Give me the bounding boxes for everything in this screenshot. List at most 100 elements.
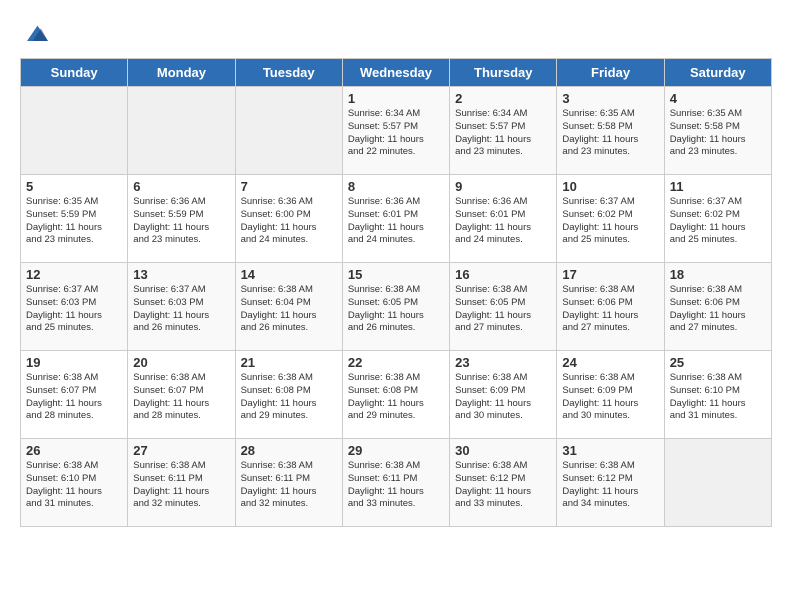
calendar-cell	[21, 87, 128, 175]
day-number: 9	[455, 179, 551, 194]
cell-info: Sunrise: 6:36 AM Sunset: 6:01 PM Dayligh…	[455, 196, 551, 247]
cell-info: Sunrise: 6:37 AM Sunset: 6:03 PM Dayligh…	[133, 284, 229, 335]
header-day-wednesday: Wednesday	[342, 59, 449, 87]
day-number: 23	[455, 355, 551, 370]
day-number: 10	[562, 179, 658, 194]
cell-info: Sunrise: 6:34 AM Sunset: 5:57 PM Dayligh…	[348, 108, 444, 159]
calendar-cell: 17 Sunrise: 6:38 AM Sunset: 6:06 PM Dayli…	[557, 263, 664, 351]
calendar-cell: 29 Sunrise: 6:38 AM Sunset: 6:11 PM Dayli…	[342, 439, 449, 527]
day-number: 30	[455, 443, 551, 458]
week-row-5: 26 Sunrise: 6:38 AM Sunset: 6:10 PM Dayli…	[21, 439, 772, 527]
day-number: 12	[26, 267, 122, 282]
cell-info: Sunrise: 6:38 AM Sunset: 6:10 PM Dayligh…	[670, 372, 766, 423]
calendar-cell: 12 Sunrise: 6:37 AM Sunset: 6:03 PM Dayli…	[21, 263, 128, 351]
calendar-cell: 25 Sunrise: 6:38 AM Sunset: 6:10 PM Dayli…	[664, 351, 771, 439]
cell-info: Sunrise: 6:36 AM Sunset: 6:00 PM Dayligh…	[241, 196, 337, 247]
cell-info: Sunrise: 6:38 AM Sunset: 6:07 PM Dayligh…	[26, 372, 122, 423]
calendar-cell: 13 Sunrise: 6:37 AM Sunset: 6:03 PM Dayli…	[128, 263, 235, 351]
cell-info: Sunrise: 6:38 AM Sunset: 6:12 PM Dayligh…	[562, 460, 658, 511]
cell-info: Sunrise: 6:38 AM Sunset: 6:12 PM Dayligh…	[455, 460, 551, 511]
cell-info: Sunrise: 6:38 AM Sunset: 6:04 PM Dayligh…	[241, 284, 337, 335]
cell-info: Sunrise: 6:35 AM Sunset: 5:59 PM Dayligh…	[26, 196, 122, 247]
cell-info: Sunrise: 6:38 AM Sunset: 6:08 PM Dayligh…	[241, 372, 337, 423]
cell-info: Sunrise: 6:37 AM Sunset: 6:03 PM Dayligh…	[26, 284, 122, 335]
header-day-monday: Monday	[128, 59, 235, 87]
cell-info: Sunrise: 6:38 AM Sunset: 6:07 PM Dayligh…	[133, 372, 229, 423]
calendar-cell: 19 Sunrise: 6:38 AM Sunset: 6:07 PM Dayli…	[21, 351, 128, 439]
cell-info: Sunrise: 6:38 AM Sunset: 6:06 PM Dayligh…	[670, 284, 766, 335]
cell-info: Sunrise: 6:35 AM Sunset: 5:58 PM Dayligh…	[670, 108, 766, 159]
calendar-cell: 18 Sunrise: 6:38 AM Sunset: 6:06 PM Dayli…	[664, 263, 771, 351]
cell-info: Sunrise: 6:36 AM Sunset: 6:01 PM Dayligh…	[348, 196, 444, 247]
day-number: 3	[562, 91, 658, 106]
day-number: 29	[348, 443, 444, 458]
header-day-friday: Friday	[557, 59, 664, 87]
day-number: 27	[133, 443, 229, 458]
cell-info: Sunrise: 6:38 AM Sunset: 6:09 PM Dayligh…	[455, 372, 551, 423]
cell-info: Sunrise: 6:38 AM Sunset: 6:09 PM Dayligh…	[562, 372, 658, 423]
calendar-cell: 10 Sunrise: 6:37 AM Sunset: 6:02 PM Dayli…	[557, 175, 664, 263]
cell-info: Sunrise: 6:38 AM Sunset: 6:11 PM Dayligh…	[133, 460, 229, 511]
day-number: 17	[562, 267, 658, 282]
logo	[20, 20, 54, 48]
day-number: 25	[670, 355, 766, 370]
calendar-cell: 28Sunrise: 6:38 AM Sunset: 6:11 PM Dayli…	[235, 439, 342, 527]
calendar-cell: 7 Sunrise: 6:36 AM Sunset: 6:00 PM Daylig…	[235, 175, 342, 263]
cell-info: Sunrise: 6:38 AM Sunset: 6:05 PM Dayligh…	[455, 284, 551, 335]
cell-info: Sunrise: 6:35 AM Sunset: 5:58 PM Dayligh…	[562, 108, 658, 159]
calendar-cell: 5Sunrise: 6:35 AM Sunset: 5:59 PM Daylig…	[21, 175, 128, 263]
day-number: 1	[348, 91, 444, 106]
calendar-header: SundayMondayTuesdayWednesdayThursdayFrid…	[21, 59, 772, 87]
day-number: 15	[348, 267, 444, 282]
day-number: 31	[562, 443, 658, 458]
day-number: 28	[241, 443, 337, 458]
day-number: 14	[241, 267, 337, 282]
cell-info: Sunrise: 6:36 AM Sunset: 5:59 PM Dayligh…	[133, 196, 229, 247]
day-number: 20	[133, 355, 229, 370]
day-number: 2	[455, 91, 551, 106]
calendar-cell: 8 Sunrise: 6:36 AM Sunset: 6:01 PM Daylig…	[342, 175, 449, 263]
day-number: 6	[133, 179, 229, 194]
cell-info: Sunrise: 6:38 AM Sunset: 6:08 PM Dayligh…	[348, 372, 444, 423]
calendar-cell: 30 Sunrise: 6:38 AM Sunset: 6:12 PM Dayli…	[450, 439, 557, 527]
week-row-1: 1 Sunrise: 6:34 AM Sunset: 5:57 PM Daylig…	[21, 87, 772, 175]
week-row-3: 12 Sunrise: 6:37 AM Sunset: 6:03 PM Dayli…	[21, 263, 772, 351]
cell-info: Sunrise: 6:37 AM Sunset: 6:02 PM Dayligh…	[562, 196, 658, 247]
day-number: 4	[670, 91, 766, 106]
day-number: 22	[348, 355, 444, 370]
calendar-cell	[664, 439, 771, 527]
cell-info: Sunrise: 6:38 AM Sunset: 6:11 PM Dayligh…	[348, 460, 444, 511]
calendar-cell: 26 Sunrise: 6:38 AM Sunset: 6:10 PM Dayli…	[21, 439, 128, 527]
day-number: 8	[348, 179, 444, 194]
calendar-cell: 24Sunrise: 6:38 AM Sunset: 6:09 PM Dayli…	[557, 351, 664, 439]
cell-info: Sunrise: 6:38 AM Sunset: 6:10 PM Dayligh…	[26, 460, 122, 511]
page-header	[20, 20, 772, 48]
calendar-cell: 31 Sunrise: 6:38 AM Sunset: 6:12 PM Dayli…	[557, 439, 664, 527]
calendar-cell: 6 Sunrise: 6:36 AM Sunset: 5:59 PM Daylig…	[128, 175, 235, 263]
calendar-cell: 16 Sunrise: 6:38 AM Sunset: 6:05 PM Dayli…	[450, 263, 557, 351]
day-number: 11	[670, 179, 766, 194]
calendar-cell: 22 Sunrise: 6:38 AM Sunset: 6:08 PM Dayli…	[342, 351, 449, 439]
calendar-cell: 20 Sunrise: 6:38 AM Sunset: 6:07 PM Dayli…	[128, 351, 235, 439]
calendar-cell: 3 Sunrise: 6:35 AM Sunset: 5:58 PM Daylig…	[557, 87, 664, 175]
day-number: 18	[670, 267, 766, 282]
cell-info: Sunrise: 6:34 AM Sunset: 5:57 PM Dayligh…	[455, 108, 551, 159]
calendar-cell: 2 Sunrise: 6:34 AM Sunset: 5:57 PM Daylig…	[450, 87, 557, 175]
header-day-sunday: Sunday	[21, 59, 128, 87]
day-number: 13	[133, 267, 229, 282]
calendar-body: 1 Sunrise: 6:34 AM Sunset: 5:57 PM Daylig…	[21, 87, 772, 527]
calendar-cell: 1 Sunrise: 6:34 AM Sunset: 5:57 PM Daylig…	[342, 87, 449, 175]
day-number: 26	[26, 443, 122, 458]
header-day-thursday: Thursday	[450, 59, 557, 87]
calendar-cell: 21Sunrise: 6:38 AM Sunset: 6:08 PM Dayli…	[235, 351, 342, 439]
day-number: 7	[241, 179, 337, 194]
logo-icon	[20, 20, 48, 48]
cell-info: Sunrise: 6:38 AM Sunset: 6:06 PM Dayligh…	[562, 284, 658, 335]
calendar-cell	[235, 87, 342, 175]
calendar-cell	[128, 87, 235, 175]
header-day-saturday: Saturday	[664, 59, 771, 87]
day-number: 19	[26, 355, 122, 370]
calendar-table: SundayMondayTuesdayWednesdayThursdayFrid…	[20, 58, 772, 527]
calendar-cell: 9 Sunrise: 6:36 AM Sunset: 6:01 PM Daylig…	[450, 175, 557, 263]
day-number: 16	[455, 267, 551, 282]
